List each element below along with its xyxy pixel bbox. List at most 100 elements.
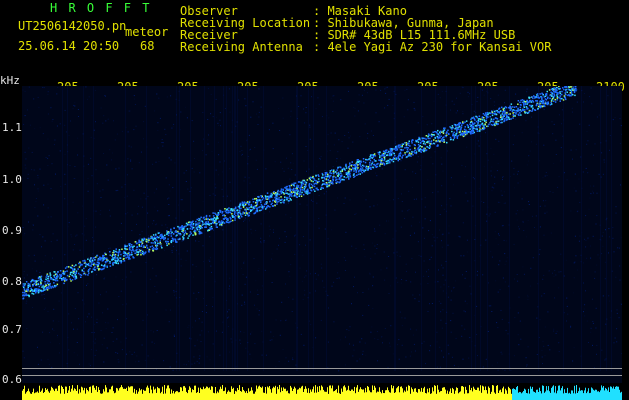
y-tick-label: 1.0 [2, 173, 22, 186]
level-bar [48, 391, 49, 400]
level-bar [253, 393, 254, 400]
level-bar [432, 387, 433, 400]
level-bar [233, 387, 234, 400]
level-bar [478, 387, 479, 400]
level-bar [608, 387, 609, 400]
level-bar [103, 389, 104, 400]
level-bar [577, 393, 578, 400]
level-bar [385, 390, 386, 400]
level-bar [83, 390, 84, 400]
level-bar [296, 393, 297, 400]
level-bar [336, 389, 337, 400]
level-bar [571, 390, 572, 400]
level-bar [116, 387, 117, 400]
level-bar [606, 388, 607, 400]
noise-streak [563, 86, 564, 371]
level-bar [250, 390, 251, 400]
y-tick-label: 0.8 [2, 275, 22, 288]
level-bar [599, 392, 600, 400]
level-bar [221, 388, 222, 400]
level-bar [531, 388, 532, 400]
level-bar [59, 385, 60, 400]
level-bar [90, 386, 91, 400]
level-bar [251, 387, 252, 400]
level-bar [333, 391, 334, 400]
level-bar [276, 393, 277, 400]
level-bar [145, 390, 146, 400]
noise-streak [600, 86, 601, 371]
level-bar [140, 390, 141, 400]
level-bar [362, 389, 363, 400]
baseline-line [22, 368, 622, 369]
level-bar [137, 393, 138, 400]
level-bar [270, 389, 271, 400]
level-bar [473, 386, 474, 400]
level-bar [223, 391, 224, 400]
level-bar [561, 388, 562, 400]
level-bar [126, 387, 127, 400]
level-bar [325, 391, 326, 400]
level-bar [489, 387, 490, 400]
level-bar [341, 388, 342, 400]
level-bar [499, 390, 500, 400]
level-bar [312, 389, 313, 400]
level-bar [229, 391, 230, 400]
level-bar [443, 387, 444, 400]
noise-streak [146, 86, 147, 371]
level-bar [376, 392, 377, 400]
level-bar [379, 387, 380, 400]
level-bar [225, 387, 226, 400]
level-bar [505, 388, 506, 400]
level-bar [588, 388, 589, 400]
level-bar [84, 387, 85, 400]
noise-streak [237, 86, 238, 371]
level-bar [431, 393, 432, 400]
level-bar [80, 392, 81, 400]
level-bar [160, 393, 161, 400]
level-bar [370, 392, 371, 400]
level-bar [381, 393, 382, 400]
level-bar [144, 390, 145, 400]
level-bar [446, 393, 447, 400]
level-bar [382, 390, 383, 400]
level-bar [422, 391, 423, 400]
level-bar [151, 389, 152, 400]
level-bar [438, 389, 439, 400]
level-bar [349, 390, 350, 400]
level-bar [459, 392, 460, 400]
level-bar [288, 393, 289, 400]
level-bar [179, 392, 180, 400]
level-bar [53, 389, 54, 400]
level-bar [76, 391, 77, 400]
level-bar [220, 386, 221, 400]
level-bar [278, 389, 279, 400]
level-bar [502, 388, 503, 400]
level-bar [129, 387, 130, 400]
level-bar [543, 385, 544, 400]
level-bar [73, 390, 74, 400]
level-bar [566, 392, 567, 400]
level-bar [224, 390, 225, 400]
level-bar [119, 388, 120, 400]
level-bar [40, 391, 41, 400]
level-bar [524, 388, 525, 400]
level-bar [539, 387, 540, 400]
level-bar [174, 393, 175, 400]
level-bar [37, 391, 38, 400]
noise-streak [308, 86, 309, 371]
level-bar [479, 390, 480, 400]
level-bar [562, 386, 563, 400]
level-bar [104, 391, 105, 400]
level-bar [330, 385, 331, 400]
level-bar [299, 387, 300, 400]
noise-streak [125, 86, 126, 371]
level-bar [236, 391, 237, 400]
level-bar [195, 385, 196, 400]
level-bar [239, 385, 240, 400]
level-bar [585, 387, 586, 400]
level-bar [56, 388, 57, 400]
level-bar [240, 391, 241, 400]
level-bar [519, 391, 520, 400]
level-bar [485, 386, 486, 400]
level-bar [257, 388, 258, 400]
